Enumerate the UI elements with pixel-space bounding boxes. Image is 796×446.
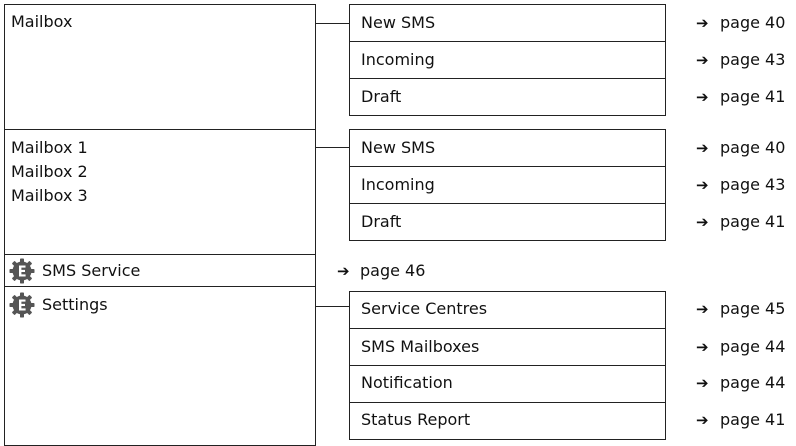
arrow-right-icon: ➔	[337, 262, 350, 280]
page-reference: page 43	[720, 175, 786, 194]
arrow-right-icon: ➔	[696, 411, 709, 429]
arrow-right-icon: ➔	[696, 176, 709, 194]
arrow-right-icon: ➔	[696, 88, 709, 106]
submenu-label: Draft	[361, 87, 402, 106]
menu-label-mailbox-2: Mailbox 2	[11, 162, 88, 181]
arrow-right-icon: ➔	[696, 139, 709, 157]
page-reference: page 45	[720, 299, 786, 318]
menu-label-mailbox-1: Mailbox 1	[11, 138, 88, 157]
arrow-right-icon: ➔	[696, 213, 709, 231]
page-reference: page 43	[720, 50, 786, 69]
arrow-right-icon: ➔	[696, 374, 709, 392]
submenu-label: Service Centres	[361, 299, 488, 318]
menu-label-sms-service: SMS Service	[42, 261, 141, 280]
connector-line	[316, 306, 349, 307]
page-reference: page 40	[720, 13, 786, 32]
submenu-label: Incoming	[361, 50, 435, 69]
submenu-label: Notification	[361, 373, 453, 392]
submenu-label: Incoming	[361, 175, 435, 194]
connector-line	[316, 147, 349, 148]
menu-label-mailbox-3: Mailbox 3	[11, 186, 88, 205]
e-gear-icon	[9, 258, 35, 284]
arrow-right-icon: ➔	[696, 300, 709, 318]
menu-label-mailbox: Mailbox	[11, 12, 73, 31]
connector-line	[316, 23, 349, 24]
submenu-label: New SMS	[361, 13, 436, 32]
page-reference: page 44	[720, 373, 786, 392]
page-reference: page 41	[720, 212, 786, 231]
menu-label-settings: Settings	[42, 295, 108, 314]
arrow-right-icon: ➔	[696, 14, 709, 32]
page-reference: page 41	[720, 87, 786, 106]
page-reference: page 44	[720, 337, 786, 356]
page-reference: page 46	[360, 261, 426, 280]
e-gear-icon	[9, 292, 35, 318]
arrow-right-icon: ➔	[696, 338, 709, 356]
submenu-label: New SMS	[361, 138, 436, 157]
submenu-label: Status Report	[361, 410, 471, 429]
submenu-label: Draft	[361, 212, 402, 231]
page-reference: page 41	[720, 410, 786, 429]
page-reference: page 40	[720, 138, 786, 157]
submenu-label: SMS Mailboxes	[361, 337, 480, 356]
arrow-right-icon: ➔	[696, 51, 709, 69]
